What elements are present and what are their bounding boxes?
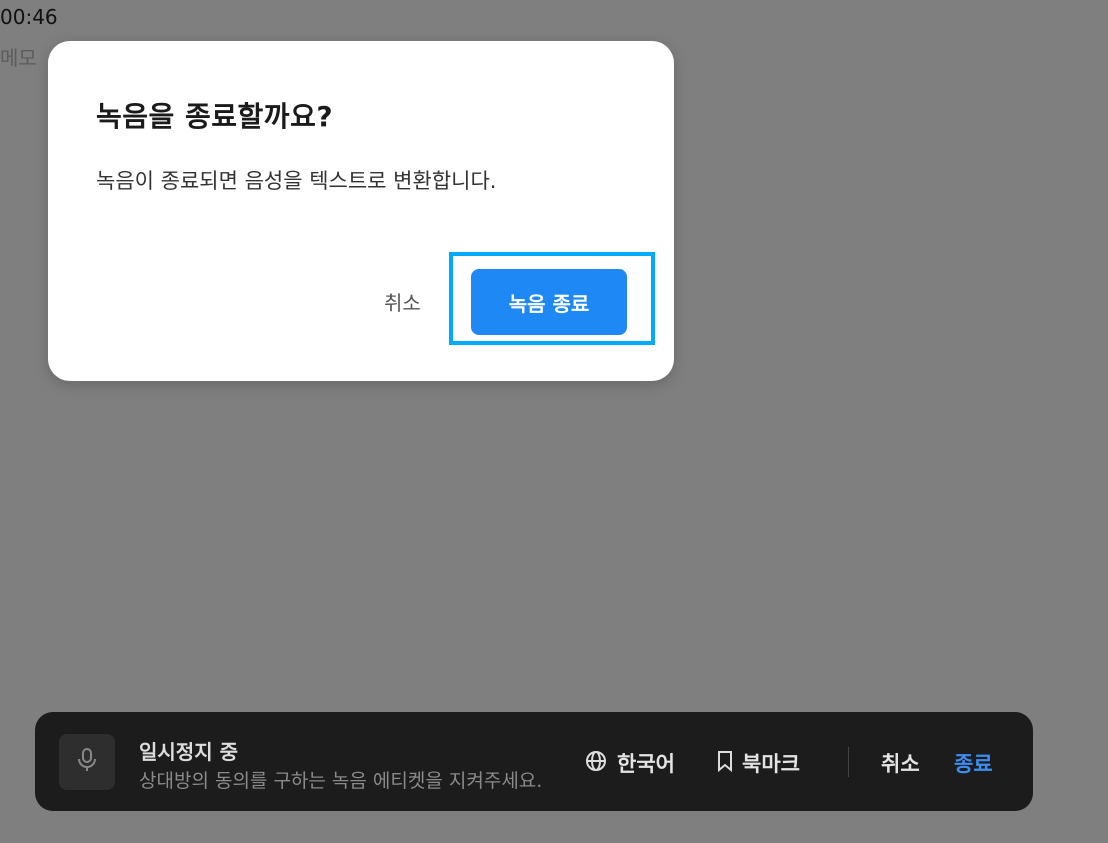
recording-bar: 일시정지 중 상대방의 동의를 구하는 녹음 에티켓을 지켜주세요. 한국어 북… xyxy=(35,712,1033,811)
cancel-button[interactable]: 취소 xyxy=(384,287,421,316)
language-label: 한국어 xyxy=(617,752,675,776)
end-recording-dialog: 녹음을 종료할까요? 녹음이 종료되면 음성을 텍스트로 변환합니다. 취소 녹… xyxy=(48,41,674,381)
bookmark-icon xyxy=(716,750,734,777)
dialog-message: 녹음이 종료되면 음성을 텍스트로 변환합니다. xyxy=(96,169,497,193)
recording-hint: 상대방의 동의를 구하는 녹음 에티켓을 지켜주세요. xyxy=(139,770,543,792)
globe-icon xyxy=(585,750,607,777)
end-recording-button-label: 녹음 종료 xyxy=(508,291,590,316)
divider xyxy=(848,747,849,777)
language-button[interactable]: 한국어 xyxy=(585,748,675,778)
dialog-title: 녹음을 종료할까요? xyxy=(96,100,334,133)
microphone-button[interactable] xyxy=(59,734,115,790)
bookmark-button[interactable]: 북마크 xyxy=(716,748,800,778)
recording-end-button[interactable]: 종료 xyxy=(954,748,993,778)
microphone-icon xyxy=(76,747,98,777)
recording-cancel-button[interactable]: 취소 xyxy=(881,748,920,778)
bookmark-label: 북마크 xyxy=(742,752,800,776)
end-recording-button[interactable]: 녹음 종료 xyxy=(471,269,627,335)
recording-status: 일시정지 중 xyxy=(139,740,238,764)
